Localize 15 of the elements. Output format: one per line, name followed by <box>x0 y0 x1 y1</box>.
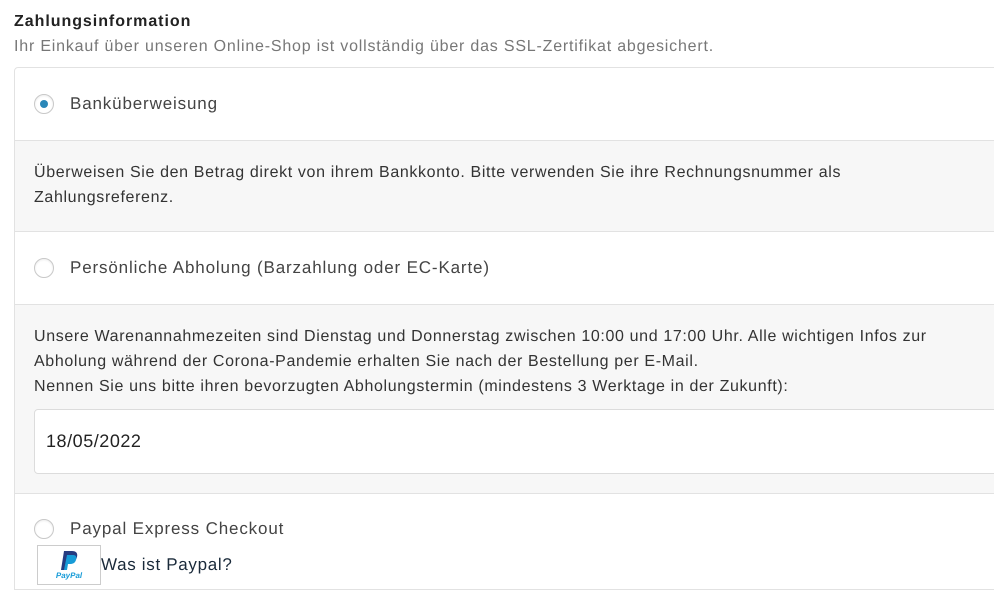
date-input-field[interactable]: 18/05/2022 <box>34 409 994 474</box>
logo-text: PayPal <box>56 570 82 580</box>
option-label: Banküberweisung <box>70 93 218 115</box>
section-heading: Zahlungsinformation <box>14 12 192 32</box>
radio-button[interactable] <box>34 258 54 278</box>
info-link[interactable]: Was ist Paypal? <box>101 553 232 577</box>
option-description: Überweisen Sie den Betrag direkt von ihrem Bankkonto. Bitte verwenden Sie ihre Rechnungsnummer als Zahlungsreferenz. <box>34 162 842 208</box>
option-description: Nennen Sie uns bitte ihren bevorzugten Abholungstermin (mindestens 3 Werktage in der Zukunft): <box>34 377 790 397</box>
option-label: Paypal Express Checkout <box>70 518 284 540</box>
section-subtitle: Ihr Einkauf über unseren Online-Shop ist vollständig über das SSL-Zertifikat abgesichert. <box>14 37 714 57</box>
option-label: Persönliche Abholung (Barzahlung oder EC-Karte) <box>70 257 490 279</box>
radio-button[interactable] <box>34 519 54 539</box>
radio-button[interactable] <box>34 94 54 114</box>
p-letter-icon <box>60 550 78 570</box>
option-description: Unsere Warenannahmezeiten sind Dienstag und Donnerstag zwischen 10:00 und 17:00 Uhr. Alle wichtigen Infos zur Abholung während der Corona-Pandemie erhalten Sie nach der Bestellung per E-Mail. <box>34 327 928 372</box>
